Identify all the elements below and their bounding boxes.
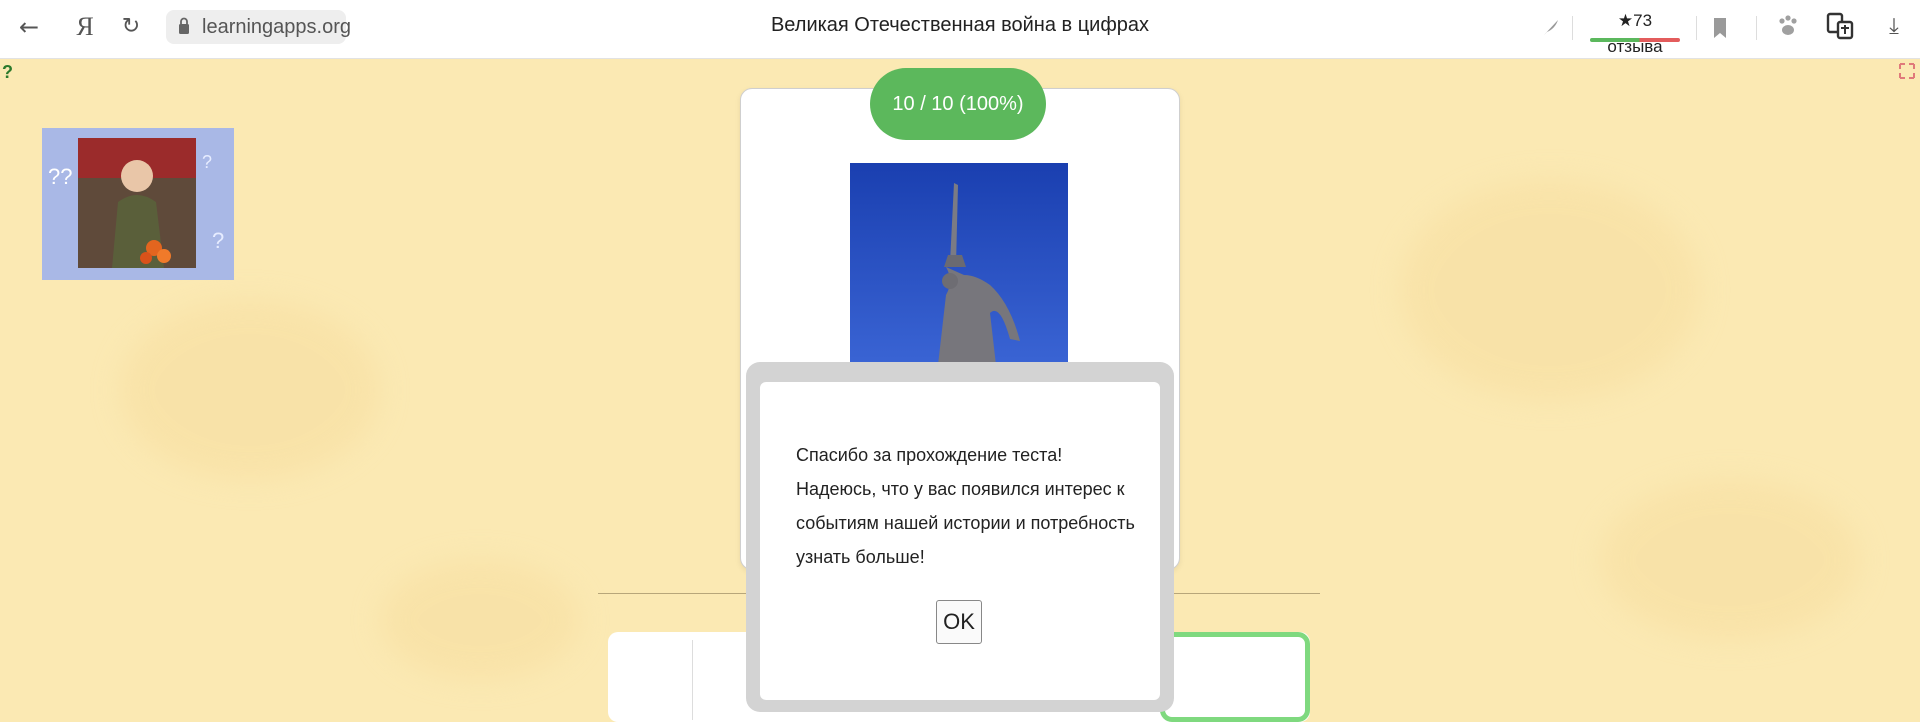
paw-icon[interactable] [1776,14,1800,40]
motherland-statue-image [850,163,1068,365]
correct-answer-highlight[interactable] [1160,632,1310,722]
reviews-badge[interactable]: ★73 отзыва [1588,8,1682,56]
svg-text:??: ?? [48,164,72,189]
browser-toolbar: ← Я ↻ learningapps.org Великая Отечестве… [0,0,1920,59]
back-arrow-icon[interactable]: ← [14,12,44,42]
svg-text:?: ? [212,228,224,253]
translate-icon[interactable] [1826,12,1854,42]
background-texture [380,560,580,680]
background-texture [120,300,380,480]
svg-text:?: ? [202,152,212,172]
toolbar-separator [1756,16,1757,40]
card-divider [692,640,693,720]
download-icon[interactable]: ⤓ [1880,12,1908,42]
thumbnail-illustration: ?? ? ? [42,128,234,280]
toolbar-separator [1696,16,1697,40]
background-texture [1600,480,1860,640]
score-badge: 10 / 10 (100%) [870,68,1046,140]
toolbar-separator [1572,16,1573,40]
yandex-logo[interactable]: Я [70,12,100,42]
lock-icon [179,17,189,34]
fullscreen-icon[interactable] [1898,62,1916,80]
bookmark-icon[interactable] [1712,16,1728,40]
completion-dialog: Спасибо за прохождение теста! Надеюсь, ч… [760,382,1160,700]
reload-icon[interactable]: ↻ [116,12,146,42]
dialog-message: Спасибо за прохождение теста! Надеюсь, ч… [796,445,1135,567]
reviews-text: ★73 отзыва [1607,11,1663,56]
background-texture [1400,180,1700,400]
url-text: learningapps.org [202,16,351,38]
question-image [850,163,1068,365]
feather-icon[interactable] [1540,16,1562,38]
help-icon[interactable]: ? [2,62,13,83]
rating-bar [1590,38,1680,42]
address-bar[interactable]: learningapps.org [166,10,351,44]
ok-button[interactable]: OK [936,600,982,644]
app-thumbnail-image[interactable]: ?? ? ? [42,128,234,280]
